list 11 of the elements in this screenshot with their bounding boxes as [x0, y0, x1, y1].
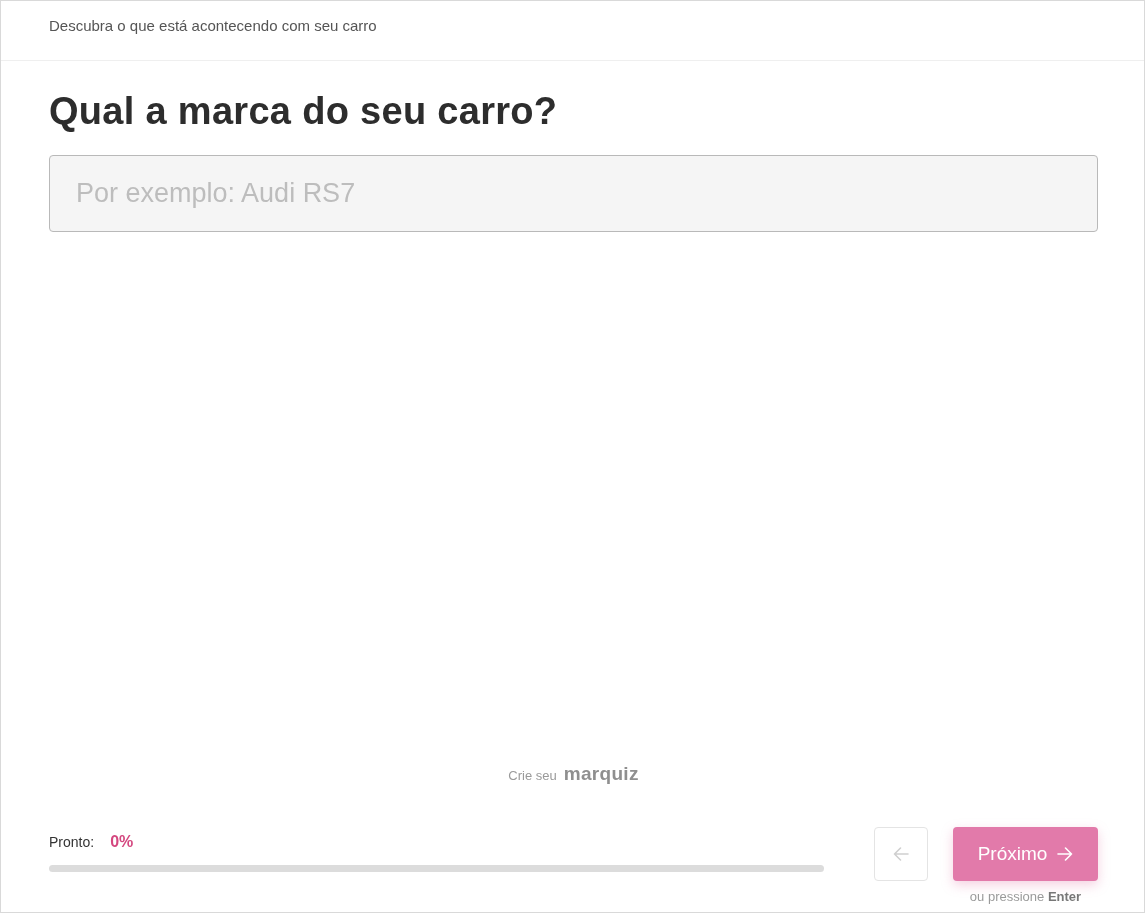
arrow-left-icon — [893, 847, 909, 861]
arrow-right-icon — [1057, 847, 1074, 861]
next-button[interactable]: Próximo — [953, 827, 1098, 881]
progress-label: Pronto: — [49, 834, 95, 850]
progress-percent: 0% — [110, 833, 134, 851]
brand-logo-link[interactable]: marquiz — [563, 763, 639, 785]
question-title: Qual a marca do seu carro? — [49, 89, 559, 133]
keyboard-hint: ou pressione Enter — [969, 889, 1082, 904]
credit-text: Crie seu — [508, 768, 557, 783]
answer-field[interactable]: Por exemplo: Audi RS7 — [49, 155, 1098, 232]
quiz-subtitle: Descubra o que está acontecendo com seu carro — [49, 17, 377, 34]
